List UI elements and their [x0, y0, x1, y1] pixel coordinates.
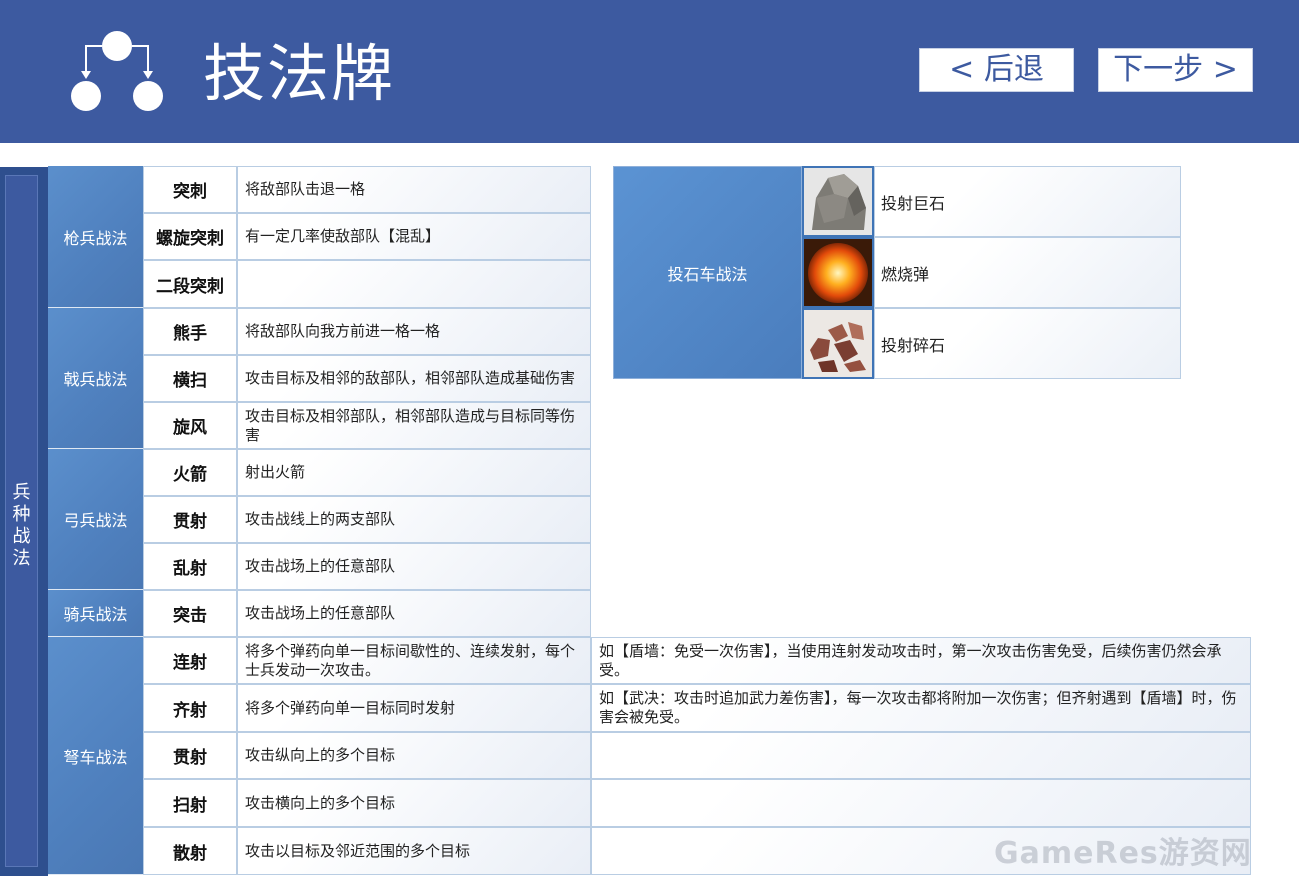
skill-note: 如【武决：攻击时追加武力差伤害】，每一次攻击都将附加一次伤害；但齐射遇到【盾墙】… [591, 684, 1251, 732]
side-category-label: 兵种战法 [12, 482, 31, 569]
skill-note: 如【盾墙：免受一次伤害】，当使用连射发动攻击时，第一次攻击伤害免受，后续伤害仍然… [591, 637, 1251, 684]
skill-name: 扫射 [143, 779, 237, 827]
catapult-skill-label: 燃烧弹 [874, 237, 1181, 308]
catapult-skill-label: 投射巨石 [874, 166, 1181, 237]
skill-desc: 将多个弹药向单一目标同时发射 [237, 684, 591, 732]
skill-desc: 攻击目标及相邻部队，相邻部队造成与目标同等伤害 [237, 402, 591, 449]
group-cavalry: 骑兵战法 [48, 590, 143, 637]
group-spear: 枪兵战法 [48, 166, 143, 308]
rubble-image [802, 308, 874, 379]
group-catapult: 投石车战法 [613, 166, 802, 379]
skill-desc: 攻击战线上的两支部队 [237, 496, 591, 543]
group-ballista: 弩车战法 [48, 637, 143, 875]
skill-desc: 将多个弹药向单一目标间歇性的、连续发射，每个士兵发动一次攻击。 [237, 637, 591, 684]
skill-name: 熊手 [143, 308, 237, 355]
skill-name: 齐射 [143, 684, 237, 732]
skill-name: 贯射 [143, 732, 237, 779]
skill-desc: 将敌部队击退一格 [237, 166, 591, 213]
skill-note [591, 779, 1251, 827]
skill-desc [237, 260, 591, 308]
skill-desc: 攻击战场上的任意部队 [237, 590, 591, 637]
skill-name: 连射 [143, 637, 237, 684]
next-button[interactable]: 下一步 > [1098, 48, 1253, 92]
skill-name: 突击 [143, 590, 237, 637]
skill-desc: 有一定几率使敌部队【混乱】 [237, 213, 591, 260]
skill-desc: 攻击以目标及邻近范围的多个目标 [237, 827, 591, 875]
group-halberd: 戟兵战法 [48, 308, 143, 449]
skill-desc: 攻击目标及相邻的敌部队，相邻部队造成基础伤害 [237, 355, 591, 402]
skill-desc: 攻击纵向上的多个目标 [237, 732, 591, 779]
skill-name: 贯射 [143, 496, 237, 543]
skill-desc: 攻击战场上的任意部队 [237, 543, 591, 590]
skill-desc: 射出火箭 [237, 449, 591, 496]
skill-name: 突刺 [143, 166, 237, 213]
skill-name: 螺旋突刺 [143, 213, 237, 260]
boulder-image [802, 166, 874, 237]
skill-name: 旋风 [143, 402, 237, 449]
back-button[interactable]: < 后退 [919, 48, 1074, 92]
watermark: GameRes游资网 [994, 836, 1252, 871]
skill-desc: 攻击横向上的多个目标 [237, 779, 591, 827]
skill-name: 火箭 [143, 449, 237, 496]
hierarchy-icon [71, 31, 163, 111]
side-category-bar: 兵种战法 [0, 167, 48, 876]
skill-name: 散射 [143, 827, 237, 875]
catapult-table: 投石车战法 投射巨石 燃烧弹 投射碎石 [613, 166, 1181, 379]
skill-name: 二段突刺 [143, 260, 237, 308]
skill-name: 乱射 [143, 543, 237, 590]
fireball-image [802, 237, 874, 308]
skill-desc: 将敌部队向我方前进一格一格 [237, 308, 591, 355]
group-archer: 弓兵战法 [48, 449, 143, 590]
skill-note [591, 732, 1251, 779]
header-bar: 技法牌 < 后退 下一步 > [0, 0, 1299, 143]
catapult-skill-label: 投射碎石 [874, 308, 1181, 379]
skill-name: 横扫 [143, 355, 237, 402]
page-title: 技法牌 [203, 37, 396, 110]
